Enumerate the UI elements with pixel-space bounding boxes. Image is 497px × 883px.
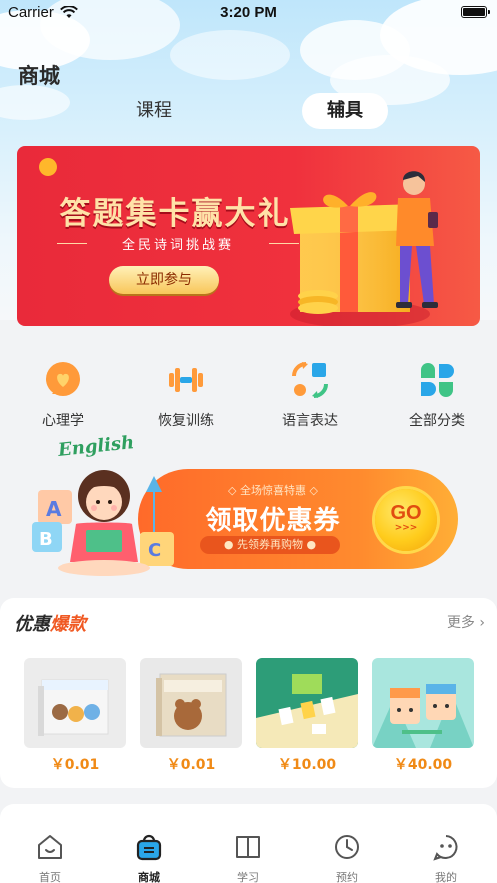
tabbar-mall[interactable]: 商城 [109, 832, 189, 883]
tabbar-appointment[interactable]: 预约 [307, 832, 387, 883]
coin-decoration [36, 155, 60, 179]
tab-label: 预约 [336, 871, 358, 883]
gift-illustration [290, 171, 438, 326]
tab-label: 首页 [39, 871, 61, 883]
product-card[interactable]: ￥40.00 [372, 658, 474, 774]
coupon-headline: 领取优惠券 [205, 506, 341, 536]
product-card[interactable]: ￥0.01 [140, 658, 242, 774]
bottom-tab-bar: 首页 商城 学习 预约 我的 [0, 818, 497, 883]
book-icon [236, 836, 260, 858]
category-recovery-training[interactable]: 恢复训练 [136, 360, 236, 430]
svg-text:A: A [46, 497, 62, 521]
chevron-right-icon: › [479, 615, 485, 631]
product-price: ￥10.00 [277, 757, 337, 773]
product-price: ￥0.01 [50, 757, 100, 773]
tab-courses[interactable]: 课程 [112, 93, 196, 129]
product-image [372, 658, 474, 748]
product-card[interactable]: ￥10.00 [256, 658, 358, 774]
category-language-expression[interactable]: 语言表达 [260, 360, 360, 430]
status-time: 3:20 PM [220, 4, 277, 21]
four-petal-icon [421, 363, 454, 397]
category-psychology[interactable]: 心理学 [13, 360, 113, 430]
svg-text:C: C [148, 540, 161, 561]
tab-label: 学习 [237, 871, 259, 883]
shopping-bag-icon [136, 834, 162, 861]
product-price: ￥0.01 [166, 757, 216, 773]
coupon-banner[interactable]: English A B C ◇ 全场惊喜特惠 ◇ 领取优惠券 ● 先领券再购物 … [28, 432, 468, 578]
face-icon [433, 835, 458, 861]
category-label: 心理学 [42, 413, 84, 429]
status-bar: Carrier 3:20 PM [0, 0, 497, 26]
product-image [256, 658, 358, 748]
hot-deals-section: 优惠爆款 更多 › ￥0.01 ￥0.01 ￥10.00 ￥40.00 [0, 598, 497, 788]
banner-subtitle: 全民诗词挑战赛 [121, 238, 234, 253]
svg-text:B: B [39, 529, 53, 550]
product-card[interactable]: ￥0.01 [24, 658, 126, 774]
more-link[interactable]: 更多 › [447, 612, 485, 632]
girl-reading-illustration: A B C [32, 470, 174, 576]
join-button[interactable]: 立即参与 [109, 266, 219, 294]
tabbar-profile[interactable]: 我的 [406, 832, 486, 883]
category-label: 语言表达 [282, 413, 338, 429]
heart-bubble-icon [46, 362, 80, 396]
shapes-icon [292, 362, 328, 398]
tab-label: 我的 [435, 871, 457, 883]
category-label: 全部分类 [409, 413, 465, 429]
tabbar-study[interactable]: 学习 [208, 832, 288, 883]
category-all[interactable]: 全部分类 [387, 360, 487, 430]
product-image [140, 658, 242, 748]
product-image [24, 658, 126, 748]
promo-banner[interactable]: 答题集卡赢大礼 全民诗词挑战赛 立即参与 [17, 146, 480, 326]
coupon-pill: ● 先领券再购物 ● [200, 536, 340, 554]
section-title: 优惠爆款 [14, 614, 86, 635]
dumbbell-icon [169, 368, 203, 392]
tabbar-home[interactable]: 首页 [10, 832, 90, 883]
tab-label: 商城 [138, 871, 160, 883]
product-price: ￥40.00 [393, 757, 453, 773]
page-title: 商城 [18, 64, 60, 88]
clock-icon [335, 835, 359, 859]
go-button[interactable]: GO >>> [375, 489, 437, 551]
category-label: 恢复训练 [158, 413, 214, 429]
battery-icon [461, 6, 490, 18]
category-grid: 心理学 恢复训练 语言表达 全部分类 [0, 360, 497, 430]
banner-headline: 答题集卡赢大礼 [59, 196, 291, 232]
tab-aids[interactable]: 辅具 [302, 93, 388, 129]
home-icon [38, 835, 62, 859]
coupon-tag: ◇ 全场惊喜特惠 ◇ [228, 484, 318, 497]
